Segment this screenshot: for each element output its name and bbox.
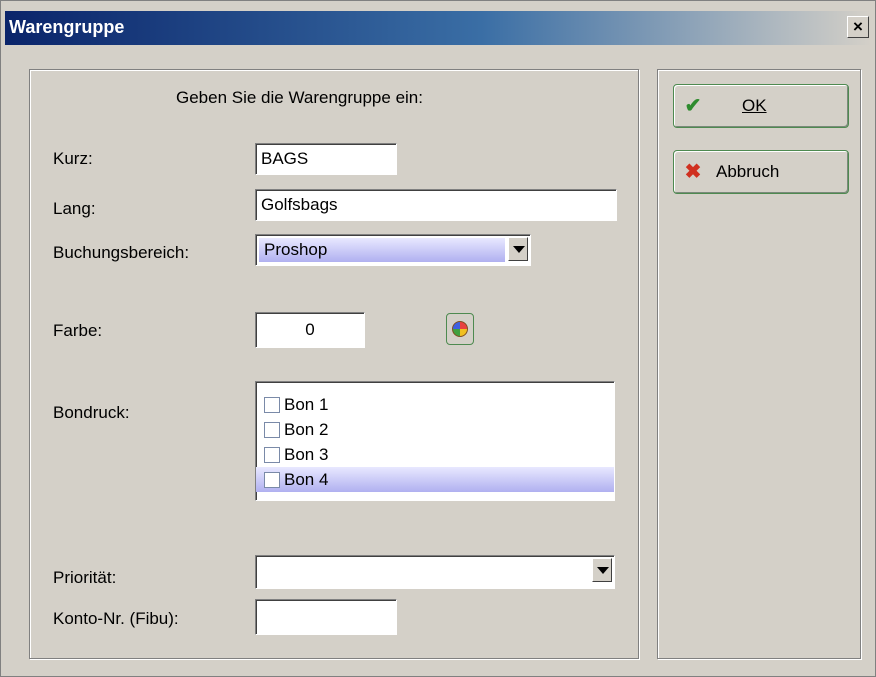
cross-icon: ✖ bbox=[684, 161, 702, 183]
checkbox[interactable] bbox=[264, 446, 280, 463]
list-item[interactable]: Bon 3 bbox=[256, 442, 614, 467]
abbruch-button[interactable]: ✖ Abbruch bbox=[673, 150, 849, 194]
close-icon: × bbox=[853, 17, 863, 36]
farbe-label: Farbe: bbox=[53, 321, 103, 340]
color-picker-button[interactable] bbox=[446, 313, 474, 345]
list-item-selected[interactable]: Bon 4 bbox=[256, 467, 614, 492]
kurz-input[interactable]: BAGS bbox=[255, 143, 397, 175]
list-item[interactable]: Bon 1 bbox=[256, 392, 614, 417]
lang-input[interactable]: Golfsbags bbox=[255, 189, 617, 221]
list-item-label: Bon 4 bbox=[284, 470, 329, 489]
ok-button-label: OK bbox=[742, 96, 767, 115]
checkbox[interactable] bbox=[264, 471, 280, 488]
close-button[interactable]: × bbox=[847, 16, 869, 38]
title-bar[interactable]: Warengruppe × bbox=[5, 11, 871, 45]
form-heading: Geben Sie die Warengruppe ein: bbox=[176, 88, 423, 107]
farbe-input[interactable]: 0 bbox=[255, 312, 365, 348]
checkbox[interactable] bbox=[264, 421, 280, 438]
list-item-label: Bon 3 bbox=[284, 445, 329, 464]
kurz-label: Kurz: bbox=[53, 149, 93, 168]
ok-button[interactable]: ✔ OK bbox=[673, 84, 849, 128]
abbruch-button-label: Abbruch bbox=[716, 162, 780, 181]
check-icon: ✔ bbox=[684, 95, 702, 117]
list-item-label: Bon 1 bbox=[284, 395, 329, 414]
chevron-down-icon[interactable] bbox=[592, 558, 612, 582]
chevron-down-icon[interactable] bbox=[508, 237, 528, 261]
dialog-window: Warengruppe × Geben Sie die Warengruppe … bbox=[0, 0, 876, 677]
bondruck-label: Bondruck: bbox=[53, 403, 130, 422]
bondruck-list[interactable]: Bon 1 Bon 2 Bon 3 Bon 4 bbox=[255, 381, 615, 501]
buchungsbereich-value: Proshop bbox=[259, 238, 505, 262]
checkbox[interactable] bbox=[264, 396, 280, 413]
list-item[interactable]: Bon 2 bbox=[256, 417, 614, 442]
konto-label: Konto-Nr. (Fibu): bbox=[53, 609, 179, 628]
prioritaet-select[interactable] bbox=[255, 555, 615, 589]
list-item-label: Bon 2 bbox=[284, 420, 329, 439]
window-title: Warengruppe bbox=[9, 17, 125, 37]
buchungsbereich-select[interactable]: Proshop bbox=[255, 234, 531, 266]
konto-input[interactable] bbox=[255, 599, 397, 635]
palette-icon bbox=[452, 321, 468, 337]
lang-label: Lang: bbox=[53, 199, 96, 218]
buchungsbereich-label: Buchungsbereich: bbox=[53, 243, 190, 262]
prioritaet-label: Priorität: bbox=[53, 568, 117, 587]
